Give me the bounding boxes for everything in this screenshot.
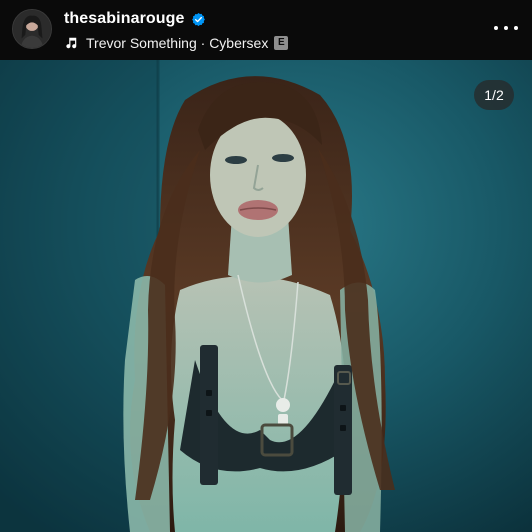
carousel-counter: 1/2 [474, 80, 514, 110]
post-header: thesabinarouge Trevor Something · Cybers… [0, 0, 532, 60]
music-track-label[interactable]: Trevor Something · Cybersex [86, 35, 268, 51]
verified-badge-icon [191, 12, 206, 27]
more-dot [514, 26, 518, 30]
music-row[interactable]: Trevor Something · Cybersex E [64, 33, 289, 53]
more-dot [494, 26, 498, 30]
post-meta: thesabinarouge Trevor Something · Cybers… [64, 8, 289, 53]
post-card: thesabinarouge Trevor Something · Cybers… [0, 0, 532, 532]
more-options-icon[interactable] [494, 18, 518, 38]
post-photo [0, 60, 532, 532]
explicit-badge: E [274, 36, 289, 50]
more-dot [504, 26, 508, 30]
post-media[interactable]: 1/2 [0, 60, 532, 532]
username-link[interactable]: thesabinarouge [64, 10, 185, 28]
user-row: thesabinarouge [64, 8, 288, 30]
avatar[interactable] [12, 9, 52, 49]
music-note-icon [64, 36, 78, 50]
